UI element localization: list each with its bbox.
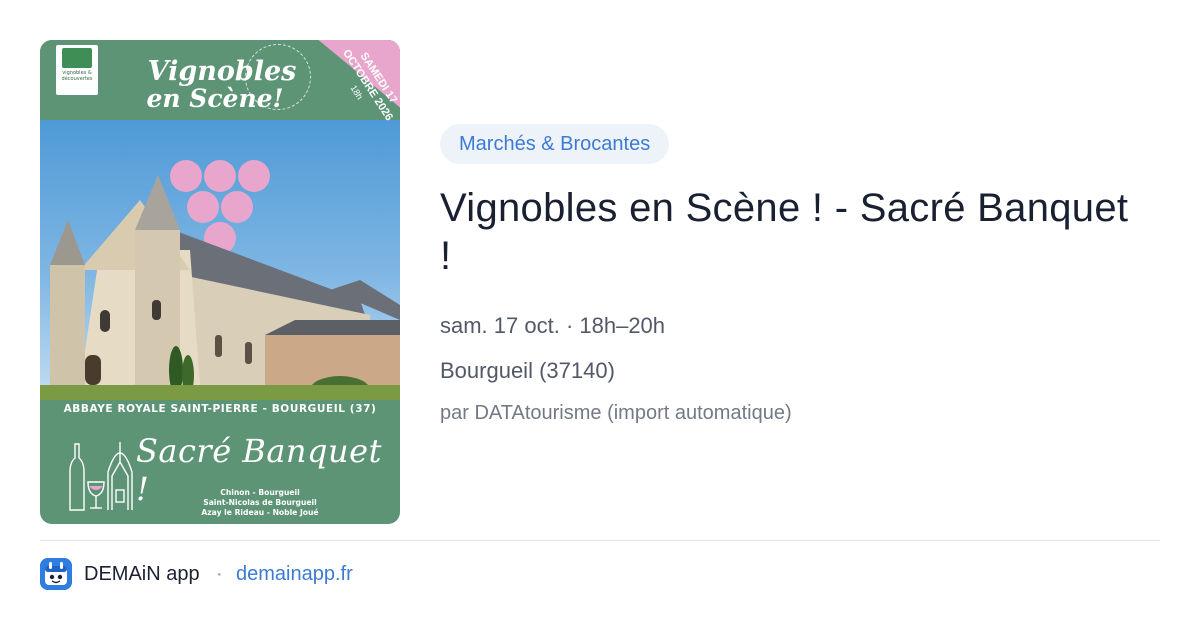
- town-line: Azay le Rideau - Noble Joué: [201, 508, 319, 517]
- footer-divider: [40, 540, 1160, 541]
- app-url-link[interactable]: demainapp.fr: [236, 563, 353, 586]
- town-line: Chinon - Bourgueil: [220, 488, 300, 497]
- event-poster-image[interactable]: vignobles & découvertes Vignobles en Scè…: [40, 40, 400, 524]
- footer-separator: ·: [216, 563, 223, 585]
- app-logo-icon: [40, 558, 72, 590]
- abbey-illustration: [40, 160, 400, 400]
- vignobles-decouvertes-logo: vignobles & découvertes: [56, 45, 98, 95]
- event-title[interactable]: Vignobles en Scène ! - Sacré Banquet !: [440, 184, 1140, 280]
- category-tag[interactable]: Marchés & Brocantes: [440, 124, 670, 164]
- logo-text: vignobles & découvertes: [61, 70, 93, 82]
- event-source: par DATAtourisme (import automatique): [440, 402, 792, 424]
- town-line: Saint-Nicolas de Bourgueil: [203, 498, 317, 507]
- event-date-time: sam. 17 oct. · 18h–20h: [440, 313, 666, 338]
- app-name[interactable]: DEMAiN app: [84, 563, 200, 586]
- poster-towns: Chinon - Bourgueil Saint-Nicolas de Bour…: [170, 488, 350, 518]
- circular-stamp: [245, 44, 311, 110]
- poster-header-band: vignobles & découvertes Vignobles en Scè…: [40, 40, 400, 124]
- demain-app-icon[interactable]: [40, 558, 72, 590]
- event-location: Bourgueil (37140): [440, 358, 615, 383]
- logo-mark-icon: [62, 48, 92, 68]
- poster-caption: ABBAYE ROYALE SAINT-PIERRE - BOURGUEIL (…: [63, 403, 377, 415]
